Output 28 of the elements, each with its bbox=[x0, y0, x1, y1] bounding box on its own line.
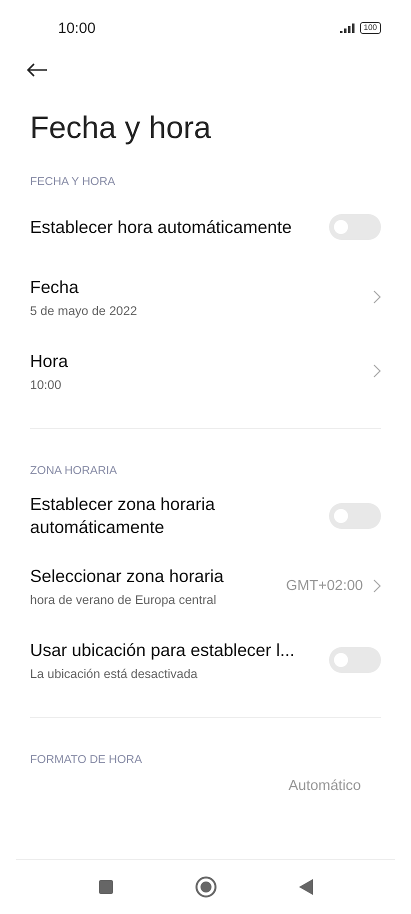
setting-value: Automático bbox=[288, 778, 361, 794]
setting-row[interactable]: Fecha 5 de mayo de 2022 bbox=[0, 268, 411, 326]
setting-title: Usar ubicación para establecer l... bbox=[30, 639, 296, 662]
setting-title: Seleccionar zona horaria bbox=[30, 565, 225, 588]
recents-icon[interactable] bbox=[98, 880, 112, 894]
chevron-icon bbox=[373, 579, 381, 593]
setting-subtitle: hora de verano de Europa central bbox=[30, 593, 218, 607]
section-header: FORMATO DE HORA bbox=[29, 754, 144, 766]
chevron-icon bbox=[373, 364, 381, 378]
setting-row[interactable]: Hora 10:00 bbox=[0, 342, 411, 400]
home-icon[interactable] bbox=[194, 876, 216, 898]
setting-title: Fecha bbox=[30, 276, 80, 299]
back-icon[interactable] bbox=[298, 879, 312, 895]
signal-icon bbox=[340, 23, 356, 33]
setting-subtitle: La ubicación está desactivada bbox=[30, 667, 198, 681]
setting-row[interactable]: Seleccionar zona horaria hora de verano de Europa central GMT+02:00 bbox=[0, 557, 411, 615]
page-title: Fecha y hora bbox=[30, 110, 212, 146]
section-header: ZONA HORARIA bbox=[29, 465, 118, 477]
battery-level: 100 bbox=[360, 22, 381, 34]
setting-subtitle: 10:00 bbox=[30, 378, 62, 392]
setting-value: GMT+02:00 bbox=[286, 578, 363, 594]
setting-title: Establecer hora automáticamente bbox=[30, 216, 293, 238]
section-header: FECHA Y HORA bbox=[29, 176, 116, 188]
status-time: 10:00 bbox=[58, 20, 96, 36]
setting-title: Establecer zona horaria automáticamente bbox=[30, 493, 216, 539]
setting-subtitle: 5 de mayo de 2022 bbox=[30, 304, 138, 318]
chevron-icon bbox=[373, 290, 381, 304]
setting-title: Hora bbox=[30, 350, 69, 373]
